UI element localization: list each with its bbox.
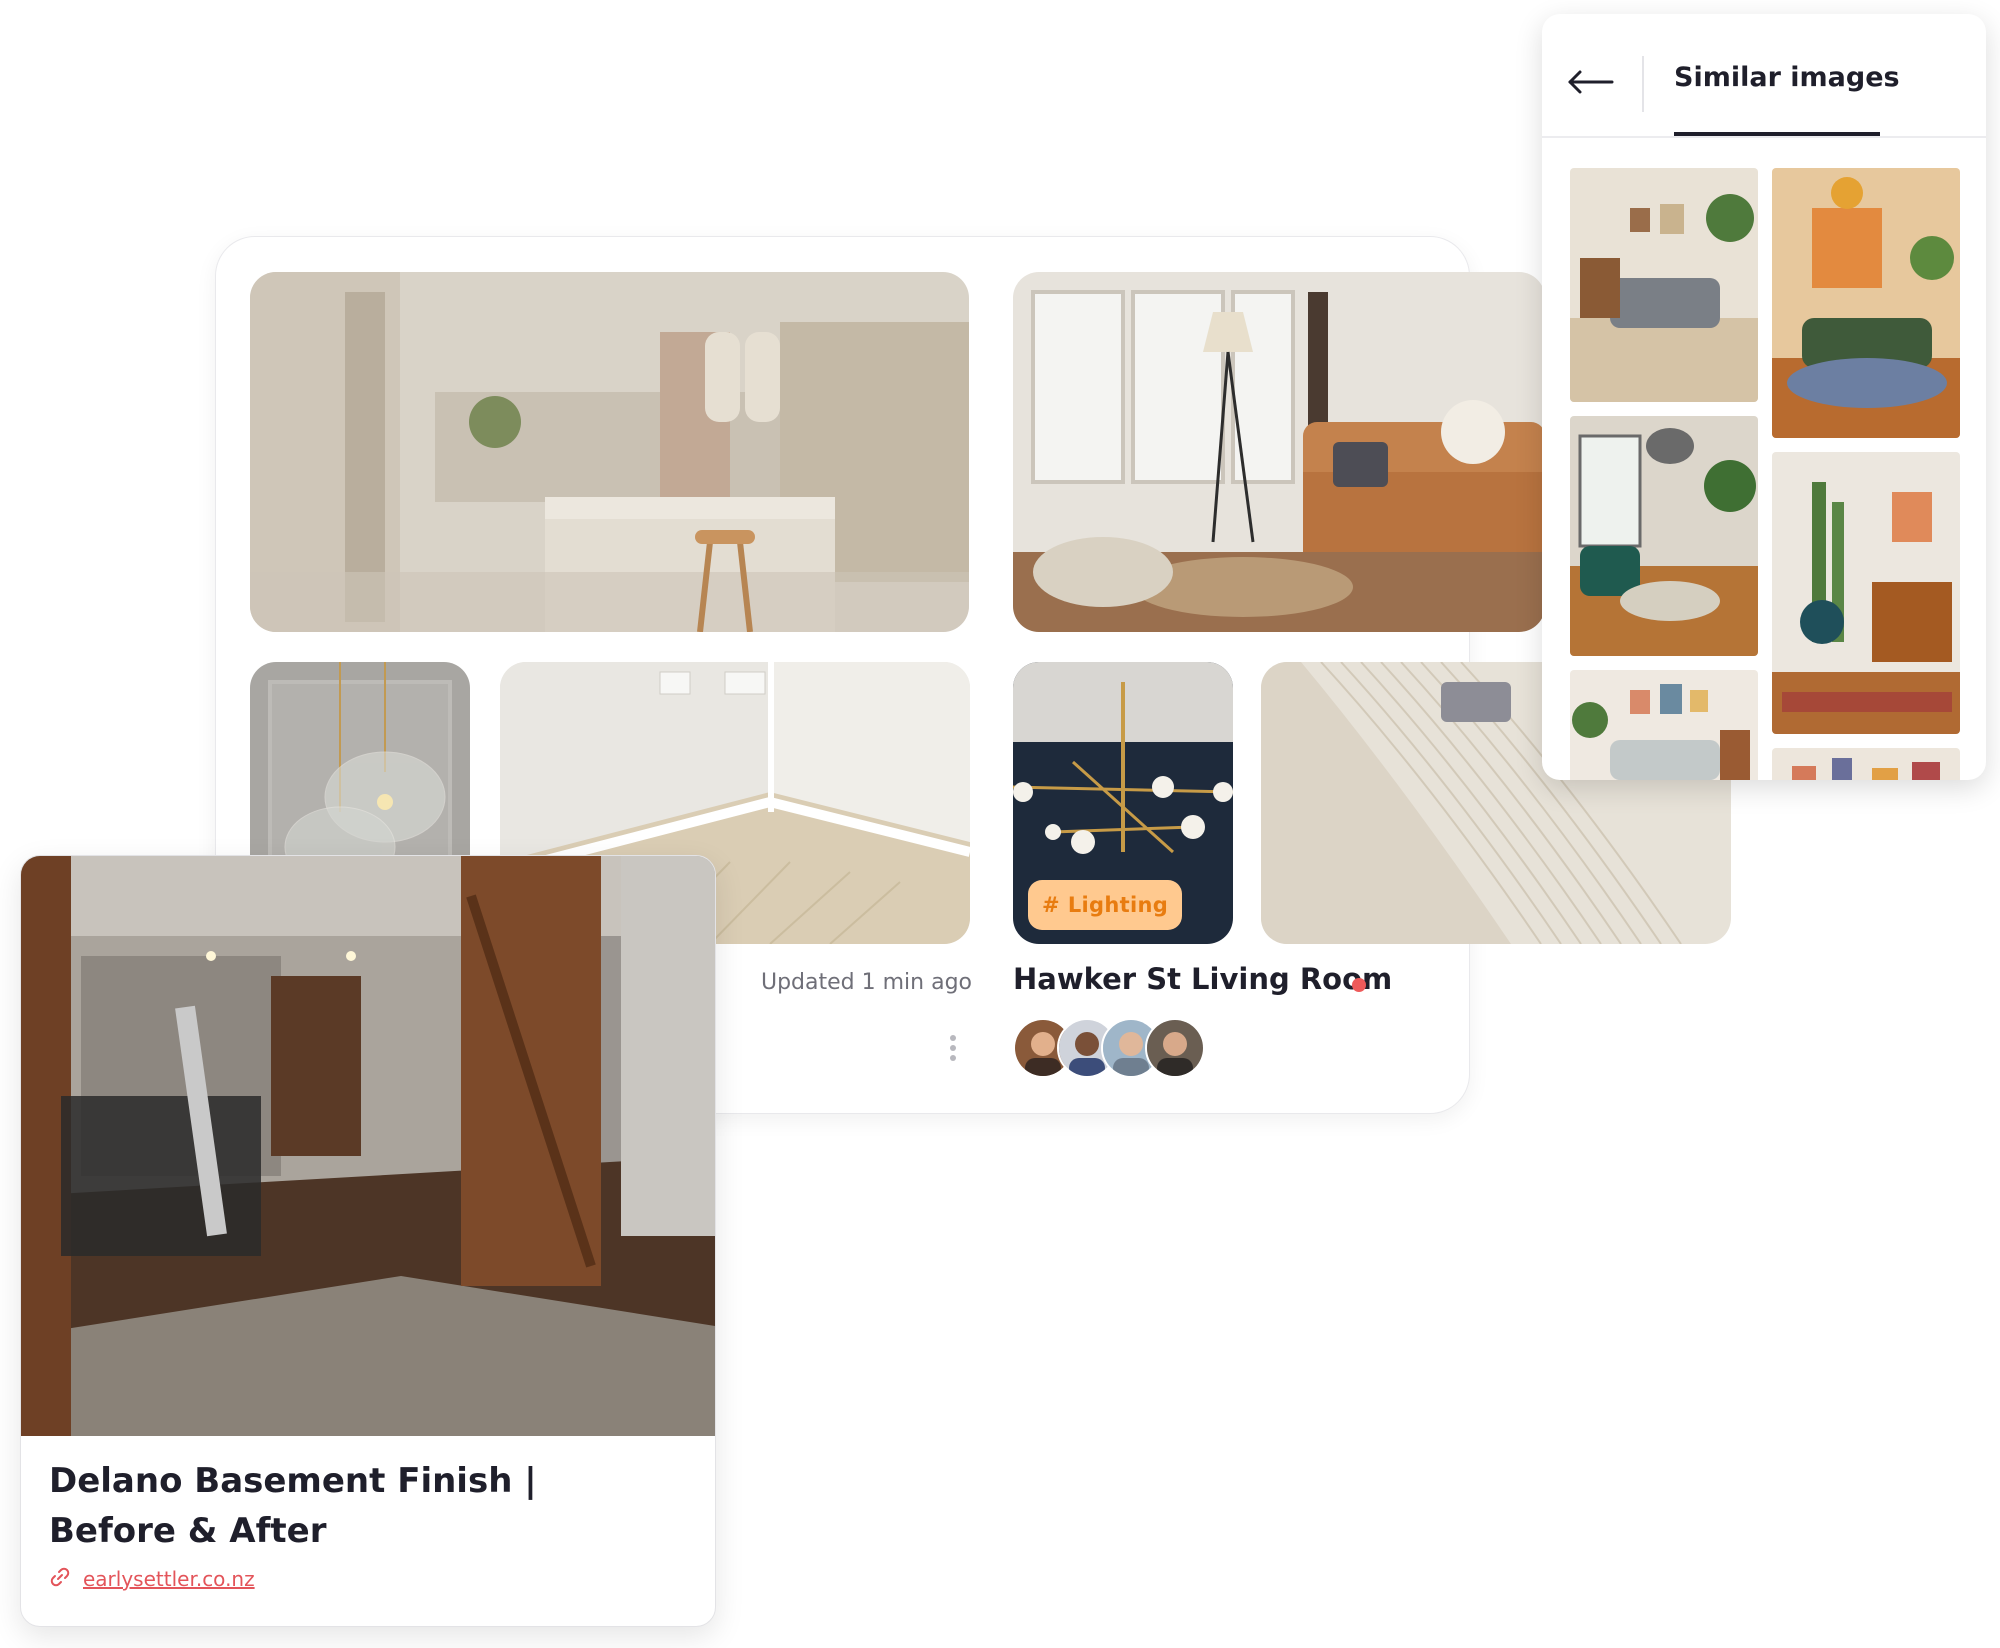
panel-header: Similar images bbox=[1542, 14, 1986, 138]
similar-image-thumb[interactable] bbox=[1772, 168, 1960, 438]
similar-image-thumb[interactable] bbox=[1570, 168, 1758, 402]
arrow-left-icon bbox=[1568, 70, 1614, 94]
basement-gym-image[interactable] bbox=[21, 856, 715, 1436]
pin-title[interactable]: Delano Basement Finish | Before & After bbox=[49, 1456, 649, 1556]
title-underline bbox=[1674, 132, 1880, 136]
similar-image-thumb[interactable] bbox=[1570, 670, 1758, 780]
similar-image-thumb[interactable] bbox=[1772, 452, 1960, 734]
panel-title: Similar images bbox=[1674, 62, 1900, 93]
hash-icon: # bbox=[1041, 893, 1060, 917]
source-link-text[interactable]: earlysettler.co.nz bbox=[83, 1567, 255, 1591]
living-room-image[interactable] bbox=[1013, 272, 1545, 632]
live-status-dot bbox=[1352, 978, 1366, 992]
back-button[interactable] bbox=[1566, 62, 1616, 102]
tag-label: Lighting bbox=[1067, 893, 1169, 917]
header-separator bbox=[1642, 56, 1644, 112]
avatar[interactable] bbox=[1145, 1018, 1205, 1078]
more-options-icon[interactable] bbox=[948, 1035, 958, 1065]
kitchen-image[interactable] bbox=[250, 272, 969, 632]
source-link[interactable]: earlysettler.co.nz bbox=[49, 1566, 255, 1592]
lighting-tag[interactable]: # Lighting bbox=[1028, 880, 1182, 930]
pin-card[interactable]: Delano Basement Finish | Before & After … bbox=[20, 855, 716, 1627]
similar-images-panel: Similar images bbox=[1542, 14, 1986, 780]
similar-image-thumb[interactable] bbox=[1570, 416, 1758, 656]
updated-timestamp: Updated 1 min ago bbox=[760, 970, 972, 995]
link-icon bbox=[49, 1566, 71, 1592]
similar-image-thumb[interactable] bbox=[1772, 748, 1960, 780]
board-title[interactable]: Hawker St Living Room bbox=[1013, 962, 1392, 996]
